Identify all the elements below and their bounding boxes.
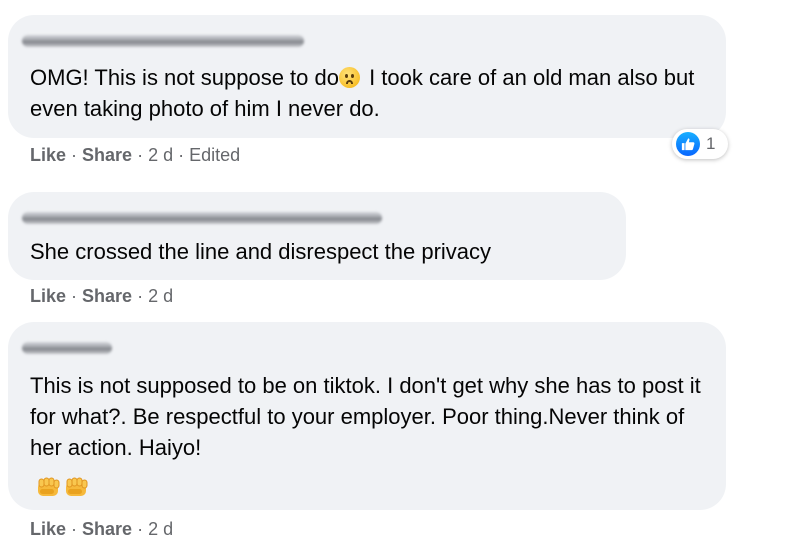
share-button[interactable]: Share	[82, 145, 132, 165]
separator: ·	[66, 519, 83, 539]
comment-text: She crossed the line and disrespect the …	[30, 239, 492, 264]
share-button[interactable]: Share	[82, 286, 132, 306]
comment-bubble: OMG! This is not suppose to do I took ca…	[8, 15, 726, 138]
redacted-author-name	[22, 212, 382, 224]
separator: ·	[132, 519, 149, 539]
comment-bubble: She crossed the line and disrespect the …	[8, 192, 626, 280]
comment-text: This is not supposed to be on tiktok. I …	[30, 373, 707, 460]
reaction-count-badge[interactable]: 1	[672, 129, 728, 159]
timestamp[interactable]: 2 d	[148, 519, 173, 539]
like-button[interactable]: Like	[30, 145, 66, 165]
comment-bubble: This is not supposed to be on tiktok. I …	[8, 322, 726, 510]
worried-face-emoji-icon	[338, 67, 360, 88]
comment-thread: OMG! This is not suppose to do I took ca…	[0, 0, 800, 553]
separator: ·	[132, 145, 149, 165]
separator: ·	[66, 286, 83, 306]
share-button[interactable]: Share	[82, 519, 132, 539]
reaction-count: 1	[706, 134, 716, 153]
edited-label[interactable]: Edited	[189, 145, 240, 165]
separator: ·	[173, 145, 190, 165]
timestamp[interactable]: 2 d	[148, 286, 173, 306]
comment-text: OMG! This is not suppose to do I took ca…	[30, 62, 710, 124]
redacted-author-name	[22, 342, 112, 354]
redacted-author-name	[22, 35, 304, 47]
oncoming-fist-icon	[36, 476, 62, 500]
emoji-row	[36, 476, 90, 500]
like-icon	[676, 132, 700, 156]
timestamp[interactable]: 2 d	[148, 145, 173, 165]
comment-actions: Like · Share · 2 d	[30, 519, 173, 540]
separator: ·	[132, 286, 149, 306]
comment-text-part: OMG! This is not suppose to do	[30, 65, 339, 90]
oncoming-fist-icon	[64, 476, 90, 500]
comment-actions: Like · Share · 2 d · Edited	[30, 145, 240, 166]
like-button[interactable]: Like	[30, 519, 66, 539]
separator: ·	[66, 145, 83, 165]
comment-actions: Like · Share · 2 d	[30, 286, 173, 307]
like-button[interactable]: Like	[30, 286, 66, 306]
